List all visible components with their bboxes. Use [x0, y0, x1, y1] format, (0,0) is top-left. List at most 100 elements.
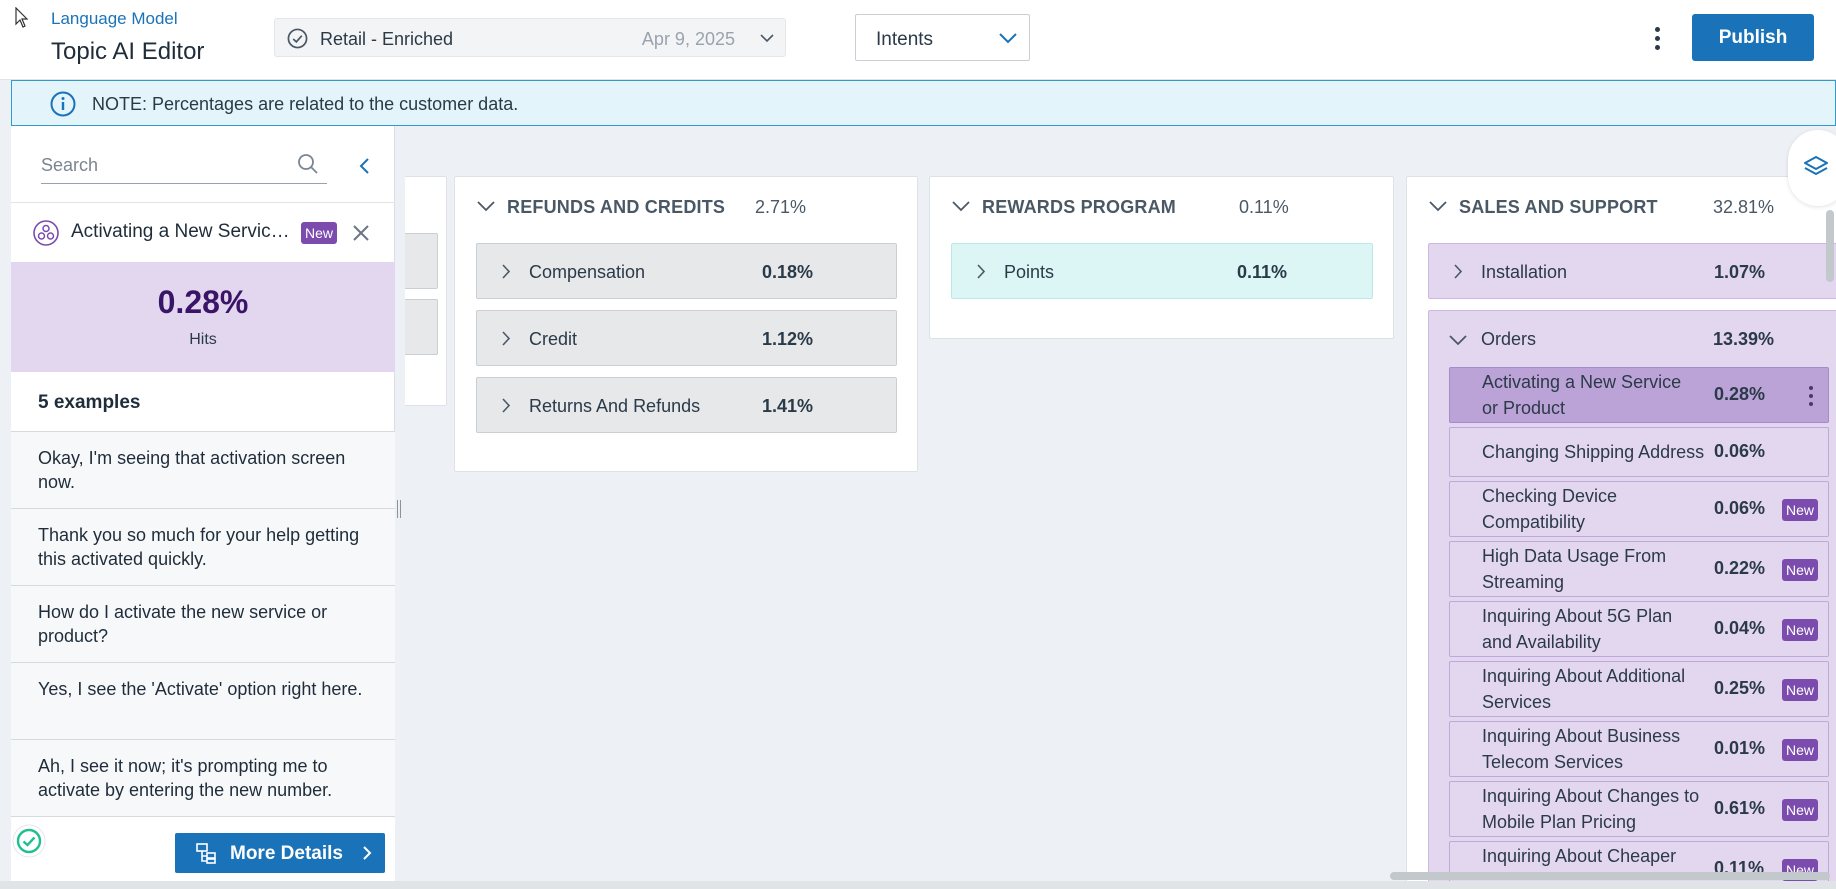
publish-button[interactable]: Publish	[1692, 14, 1814, 61]
subtopic-changing-shipping-address[interactable]: Changing Shipping Address 0.06%	[1449, 427, 1829, 477]
topic-label: Credit	[529, 329, 578, 349]
chevron-down-icon[interactable]	[1449, 333, 1467, 347]
mouse-cursor-icon	[15, 7, 29, 28]
status-ok-icon[interactable]	[11, 823, 47, 859]
subtopic-label: Checking Device Compatibility	[1482, 486, 1618, 532]
selected-topic-header: Activating a New Service or Product New	[11, 202, 395, 262]
subtopic-percentage: 0.06%	[1714, 441, 1766, 461]
more-options-icon[interactable]	[1806, 386, 1816, 410]
search-icon[interactable]	[297, 153, 319, 175]
chevron-right-icon	[502, 264, 511, 279]
panel-resize-handle[interactable]	[397, 500, 403, 518]
category-card-rewards-program: REWARDS PROGRAM 0.11% Points 0.11%	[929, 176, 1394, 339]
topics-board: REFUNDS AND CREDITS 2.71% Compensation 0…	[405, 126, 1836, 881]
topic-cluster-icon	[33, 220, 59, 246]
examples-heading: 5 examples	[11, 372, 395, 432]
example-item[interactable]: How do I activate the new service or pro…	[11, 586, 395, 663]
search-box	[41, 148, 327, 184]
category-percentage: 0.11%	[1239, 197, 1289, 217]
new-badge: New	[1782, 679, 1819, 701]
hits-label: Hits	[189, 331, 217, 348]
subtopic-label: Activating a New Service or Product	[1482, 372, 1682, 418]
layers-icon	[1804, 156, 1828, 175]
topic-detail-panel: Activating a New Service or Product New …	[11, 126, 395, 881]
topic-label: Installation	[1481, 262, 1568, 282]
subtopic-percentage: 0.01%	[1714, 738, 1766, 758]
topic-label: Returns And Refunds	[529, 396, 701, 416]
details-icon	[196, 843, 216, 864]
category-title: SALES AND SUPPORT	[1459, 197, 1658, 217]
category-header: SALES AND SUPPORT 32.81%	[1407, 177, 1836, 237]
subtopic-label: Inquiring About Business Telecom Service…	[1482, 726, 1681, 772]
subtopic-additional-services[interactable]: Inquiring About Additional Services 0.25…	[1449, 661, 1829, 717]
breadcrumb-language-model[interactable]: Language Model	[51, 9, 178, 29]
horizontal-scrollbar[interactable]	[1390, 872, 1830, 880]
subtopic-5g-plan[interactable]: Inquiring About 5G Plan and Availability…	[1449, 601, 1829, 657]
chevron-down-icon[interactable]	[477, 199, 495, 213]
topic-percentage: 0.11%	[1237, 262, 1288, 282]
view-type-select[interactable]: Intents	[855, 14, 1030, 61]
top-header: Language Model Topic AI Editor Retail - …	[0, 0, 1836, 80]
close-icon[interactable]	[351, 223, 371, 243]
subtopic-mobile-plan-pricing[interactable]: Inquiring About Changes to Mobile Plan P…	[1449, 781, 1829, 837]
topic-percentage: 1.07%	[1714, 262, 1766, 282]
subtopic-business-telecom[interactable]: Inquiring About Business Telecom Service…	[1449, 721, 1829, 777]
info-note-bar: NOTE: Percentages are related to the cus…	[11, 80, 1836, 126]
example-item[interactable]: Yes, I see the 'Activate' option right h…	[11, 663, 395, 740]
topic-row-returns-and-refunds[interactable]: Returns And Refunds 1.41%	[476, 377, 897, 433]
more-options-icon[interactable]	[1645, 24, 1669, 56]
new-badge: New	[1782, 739, 1819, 761]
subtopic-label: Inquiring About Additional Services	[1482, 666, 1686, 712]
selected-topic-name: Activating a New Service or Product	[71, 221, 296, 242]
subtopic-activating-new-service[interactable]: Activating a New Service or Product 0.28…	[1449, 367, 1829, 423]
subtopic-checking-device-compatibility[interactable]: Checking Device Compatibility 0.06% New	[1449, 481, 1829, 537]
example-item[interactable]: Ah, I see it now; it's prompting me to a…	[11, 740, 395, 817]
topic-group-percentage: 13.39%	[1713, 329, 1775, 349]
more-details-label: More Details	[230, 843, 343, 864]
chevron-right-icon	[977, 264, 986, 279]
collapse-panel-icon[interactable]	[353, 154, 377, 178]
subtopic-percentage: 0.06%	[1714, 498, 1766, 518]
topic-row-compensation[interactable]: Compensation 0.18%	[476, 243, 897, 299]
category-header: REFUNDS AND CREDITS 2.71%	[455, 177, 917, 237]
chevron-down-icon[interactable]	[1429, 199, 1447, 213]
search-input[interactable]	[41, 150, 281, 180]
subtopic-percentage: 0.61%	[1714, 798, 1766, 818]
category-title: REFUNDS AND CREDITS	[507, 197, 726, 217]
topic-group-orders: Orders 13.39% Activating a New Service o…	[1428, 310, 1836, 881]
more-details-button[interactable]: More Details	[175, 833, 385, 873]
subtopic-high-data-usage[interactable]: High Data Usage From Streaming 0.22% New	[1449, 541, 1829, 597]
examples-list: Okay, I'm seeing that activation screen …	[11, 432, 395, 817]
category-card-hidden	[405, 176, 447, 406]
view-type-value: Intents	[876, 29, 934, 50]
example-item[interactable]: Okay, I'm seeing that activation screen …	[11, 432, 395, 509]
note-text: NOTE: Percentages are related to the cus…	[92, 94, 519, 114]
chevron-down-icon[interactable]	[952, 199, 970, 213]
layers-toggle-button[interactable]	[1788, 130, 1836, 206]
topic-percentage: 1.41%	[762, 396, 814, 416]
topic-row-points[interactable]: Points 0.11%	[951, 243, 1373, 299]
chevron-right-icon	[363, 846, 372, 860]
category-card-refunds-and-credits: REFUNDS AND CREDITS 2.71% Compensation 0…	[454, 176, 918, 472]
topic-row[interactable]	[405, 233, 438, 289]
model-select[interactable]: Retail - Enriched Apr 9, 2025	[274, 18, 786, 57]
check-circle-icon	[287, 28, 308, 49]
subtopic-label: Inquiring About Changes to Mobile Plan P…	[1482, 786, 1700, 832]
page-title: Topic AI Editor	[51, 38, 205, 65]
model-date: Apr 9, 2025	[641, 29, 735, 49]
category-header: REWARDS PROGRAM 0.11%	[930, 177, 1393, 237]
hits-summary: 0.28% Hits	[11, 262, 395, 372]
topic-row[interactable]	[405, 299, 438, 355]
vertical-scrollbar[interactable]	[1826, 210, 1834, 282]
category-percentage: 32.81%	[1713, 197, 1775, 217]
new-badge: New	[301, 222, 338, 244]
subtopic-label: Inquiring About 5G Plan and Availability	[1482, 606, 1673, 652]
topic-label: Compensation	[529, 262, 646, 282]
subtopic-percentage: 0.28%	[1714, 384, 1766, 404]
new-badge: New	[1782, 559, 1819, 581]
topic-row-credit[interactable]: Credit 1.12%	[476, 310, 897, 366]
example-item[interactable]: Thank you so much for your help getting …	[11, 509, 395, 586]
examples-count: 5 examples	[38, 392, 141, 413]
chevron-down-icon	[999, 33, 1017, 44]
topic-row-installation[interactable]: Installation 1.07%	[1428, 243, 1836, 299]
